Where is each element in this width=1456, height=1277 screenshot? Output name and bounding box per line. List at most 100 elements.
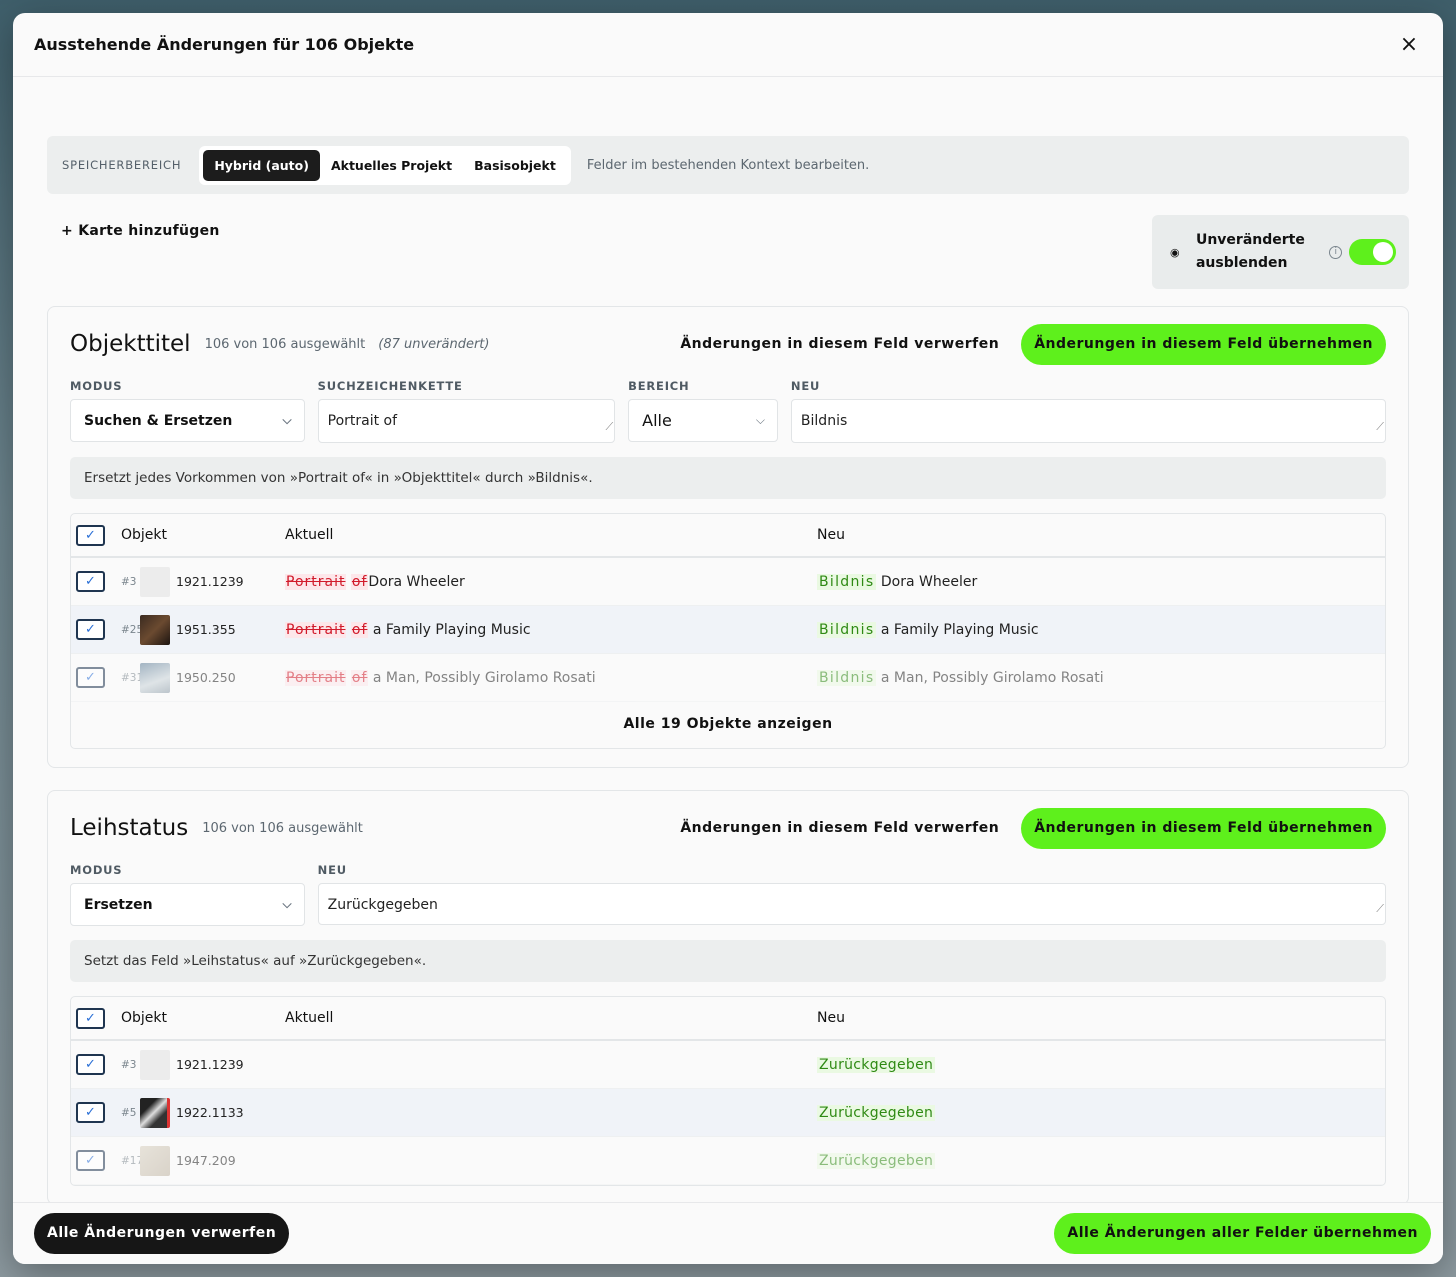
- unchanged-text: Dora Wheeler: [368, 573, 465, 590]
- new-value-input[interactable]: Zurückgegeben: [317, 883, 1386, 930]
- show-all-objects-button[interactable]: Alle 19 Objekte anzeigen: [71, 702, 1385, 748]
- header-current: Aktuell: [285, 527, 334, 543]
- table-row: ✓ #3 1921.1239 Portrait ofDora Wheeler B…: [71, 558, 1385, 606]
- object-cell: ✓ #5 1922.1133: [71, 1097, 285, 1128]
- field-card-leihstatus: Leihstatus 106 von 106 ausgewählt Änderu…: [47, 790, 1409, 1202]
- row-index: #31: [121, 671, 144, 684]
- storage-scope-bar: SPEICHERBEREICH Hybrid (auto) Aktuelles …: [47, 136, 1409, 194]
- inventory-number: 1921.1239: [176, 574, 244, 589]
- field-controls: MODUS Suchen & Ersetzen ⌵ SUCHZEICHENKETT…: [70, 379, 1386, 448]
- mode-select[interactable]: Suchen & Ersetzen ⌵: [70, 399, 305, 442]
- table-row: ✓ #25 1951.355 Portrait of a Family Play…: [71, 606, 1385, 654]
- new-value: Zurückgegeben: [817, 1152, 936, 1169]
- header-object: Objekt: [121, 1010, 168, 1026]
- new-value-field: NEU Bildnis: [790, 379, 1386, 448]
- range-select[interactable]: Alle ⌵: [628, 399, 778, 442]
- mode-select[interactable]: Ersetzen ⌵: [70, 883, 305, 926]
- change-description: Setzt das Feld »Leihstatus« auf »Zurückg…: [70, 940, 1386, 982]
- discard-field-button[interactable]: Änderungen in diesem Feld verwerfen: [680, 820, 999, 836]
- close-icon[interactable]: ×: [1397, 32, 1421, 57]
- row-checkbox[interactable]: ✓: [76, 619, 105, 640]
- header-current: Aktuell: [285, 1010, 334, 1026]
- header-new: Neu: [817, 527, 845, 543]
- discard-all-button[interactable]: Alle Änderungen verwerfen: [34, 1213, 290, 1254]
- inventory-number: 1951.355: [176, 622, 236, 637]
- dialog-body: SPEICHERBEREICH Hybrid (auto) Aktuelles …: [13, 78, 1443, 1202]
- inventory-number: 1950.250: [176, 670, 236, 685]
- inserted-text: Bildnis: [817, 573, 877, 590]
- table-header: ✓ Objekt Aktuell Neu: [71, 514, 1385, 558]
- row-checkbox[interactable]: ✓: [76, 571, 105, 592]
- row-index: #3: [121, 1058, 137, 1071]
- select-all-checkbox[interactable]: ✓: [76, 524, 105, 546]
- row-index: #17: [121, 1154, 144, 1167]
- header-new: Neu: [817, 1010, 845, 1026]
- card-header: Leihstatus 106 von 106 ausgewählt Änderu…: [70, 807, 1386, 849]
- discard-field-button[interactable]: Änderungen in diesem Feld verwerfen: [680, 336, 999, 352]
- table-row: ✓ #17 1947.209 Zurückgegeben: [71, 1137, 1385, 1185]
- dialog-header: Ausstehende Änderungen für 106 Objekte ×: [13, 13, 1443, 77]
- storage-scope-label: SPEICHERBEREICH: [62, 158, 182, 172]
- unchanged-text: Dora Wheeler: [880, 573, 978, 590]
- row-index: #25: [121, 623, 144, 636]
- new-value: Bildnis a Man, Possibly Girolamo Rosati: [817, 669, 1104, 686]
- apply-all-button[interactable]: Alle Änderungen aller Felder übernehmen: [1054, 1213, 1431, 1254]
- storage-scope-hint: Felder im bestehenden Kontext bearbeiten…: [586, 157, 870, 173]
- selection-count: 106 von 106 ausgewählt: [202, 820, 363, 836]
- new-value-label: NEU: [317, 863, 347, 877]
- search-string-input[interactable]: Portrait of: [317, 399, 616, 448]
- range-field: BEREICH Alle ⌵: [628, 379, 778, 443]
- pending-changes-dialog: Ausstehende Änderungen für 106 Objekte ×…: [13, 13, 1443, 1264]
- dialog-title: Ausstehende Änderungen für 106 Objekte: [34, 35, 415, 54]
- object-thumbnail: [140, 566, 170, 597]
- deleted-text: of: [350, 669, 369, 686]
- hide-unchanged-toggle[interactable]: [1349, 239, 1396, 265]
- add-card-button[interactable]: + Karte hinzufügen: [47, 215, 220, 289]
- unchanged-text: a Man, Possibly Girolamo Rosati: [880, 669, 1104, 686]
- new-value: Zurückgegeben: [817, 1056, 936, 1073]
- row-index: #3: [121, 575, 137, 588]
- scope-option-current-project[interactable]: Aktuelles Projekt: [320, 150, 463, 181]
- current-value: Portrait of a Family Playing Music: [285, 621, 817, 638]
- info-icon[interactable]: i: [1329, 245, 1343, 259]
- hide-unchanged-label: Unveränderte ausblenden: [1195, 232, 1305, 271]
- dialog-footer: Alle Änderungen verwerfen Alle Änderunge…: [13, 1202, 1443, 1264]
- search-string-label: SUCHZEICHENKETTE: [317, 379, 463, 393]
- change-description: Ersetzt jedes Vorkommen von »Portrait of…: [70, 457, 1386, 499]
- scope-option-hybrid[interactable]: Hybrid (auto): [203, 149, 320, 181]
- object-thumbnail: [140, 614, 170, 645]
- inserted-text: Zurückgegeben: [817, 1104, 936, 1121]
- row-checkbox[interactable]: ✓: [76, 667, 105, 688]
- range-label: BEREICH: [628, 379, 690, 393]
- current-value: Portrait ofDora Wheeler: [285, 573, 817, 590]
- row-checkbox[interactable]: ✓: [76, 1150, 105, 1171]
- inventory-number: 1922.1133: [176, 1105, 244, 1120]
- card-title: Objekttitel: [70, 331, 191, 357]
- new-value-field: NEU Zurückgegeben: [317, 863, 1386, 930]
- inserted-text: Zurückgegeben: [817, 1152, 936, 1169]
- new-value-input[interactable]: Bildnis: [790, 399, 1386, 448]
- object-cell: ✓ #31 1950.250: [71, 662, 285, 693]
- new-value: Bildnis Dora Wheeler: [817, 573, 978, 590]
- select-all-checkbox[interactable]: ✓: [76, 1007, 105, 1029]
- scope-option-base-object[interactable]: Basisobjekt: [463, 150, 567, 181]
- selection-count: 106 von 106 ausgewählt: [204, 336, 366, 352]
- object-cell: ✓ #25 1951.355: [71, 614, 285, 645]
- object-thumbnail: [140, 1097, 170, 1128]
- current-value: Portrait of a Man, Possibly Girolamo Ros…: [285, 669, 817, 686]
- inventory-number: 1921.1239: [176, 1057, 244, 1072]
- table-row: ✓ #5 1922.1133 Zurückgegeben: [71, 1089, 1385, 1137]
- mode-label: MODUS: [70, 379, 123, 393]
- deleted-text: Portrait: [285, 669, 347, 686]
- table-row: ✓ #3 1921.1239 Zurückgegeben: [71, 1041, 1385, 1089]
- row-checkbox[interactable]: ✓: [76, 1102, 105, 1123]
- field-controls: MODUS Ersetzen ⌵ NEU Zurückgegeben: [70, 863, 1386, 930]
- inserted-text: Bildnis: [817, 621, 877, 638]
- preview-table: ✓ Objekt Aktuell Neu ✓ #3 1921.1239 Zurüc…: [70, 996, 1386, 1186]
- apply-field-button[interactable]: Änderungen in diesem Feld übernehmen: [1021, 807, 1386, 849]
- apply-field-button[interactable]: Änderungen in diesem Feld übernehmen: [1021, 323, 1386, 365]
- eye-off-icon: ◉: [1170, 245, 1180, 259]
- row-checkbox[interactable]: ✓: [76, 1054, 105, 1075]
- object-cell: ✓ #3 1921.1239: [71, 566, 285, 597]
- mode-value: Ersetzen: [84, 896, 153, 913]
